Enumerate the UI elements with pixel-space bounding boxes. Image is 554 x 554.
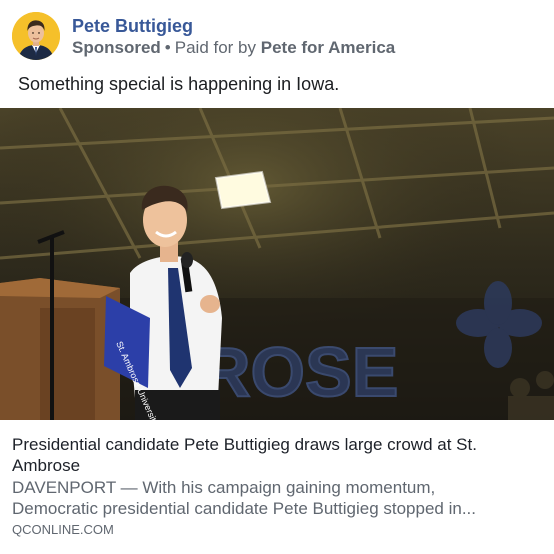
separator-dot: • bbox=[164, 37, 171, 57]
rally-photo-icon: ROSE St. Ambrose University bbox=[0, 108, 554, 420]
sponsored-post: Pete Buttigieg Sponsored • Paid for by Pet… bbox=[0, 0, 554, 554]
paid-for-prefix: Paid for by bbox=[174, 37, 257, 57]
profile-photo-icon bbox=[12, 12, 60, 60]
link-title[interactable]: Presidential candidate Pete Buttigieg dr… bbox=[12, 434, 542, 476]
link-description-line: DAVENPORT — With his campaign gaining mo… bbox=[12, 478, 436, 497]
banner-text: ROSE bbox=[200, 333, 398, 411]
link-description: DAVENPORT — With his campaign gaining mo… bbox=[12, 477, 542, 519]
link-preview[interactable]: Presidential candidate Pete Buttigieg dr… bbox=[0, 420, 554, 554]
page-name-link[interactable]: Pete Buttigieg bbox=[72, 15, 395, 37]
link-description-line: Democratic presidential candidate Pete B… bbox=[12, 499, 476, 518]
sponsored-label[interactable]: Sponsored bbox=[72, 38, 161, 57]
paid-for-by-link[interactable]: Pete for America bbox=[261, 38, 395, 57]
post-photo[interactable]: ROSE St. Ambrose University bbox=[0, 108, 554, 420]
link-domain: QCONLINE.COM bbox=[12, 522, 114, 537]
post-message: Something special is happening in Iowa. bbox=[18, 74, 340, 94]
post-header: Pete Buttigieg Sponsored • Paid for by Pet… bbox=[12, 12, 542, 60]
avatar[interactable] bbox=[12, 12, 60, 60]
post-meta: Sponsored • Paid for by Pete for America bbox=[72, 37, 395, 58]
